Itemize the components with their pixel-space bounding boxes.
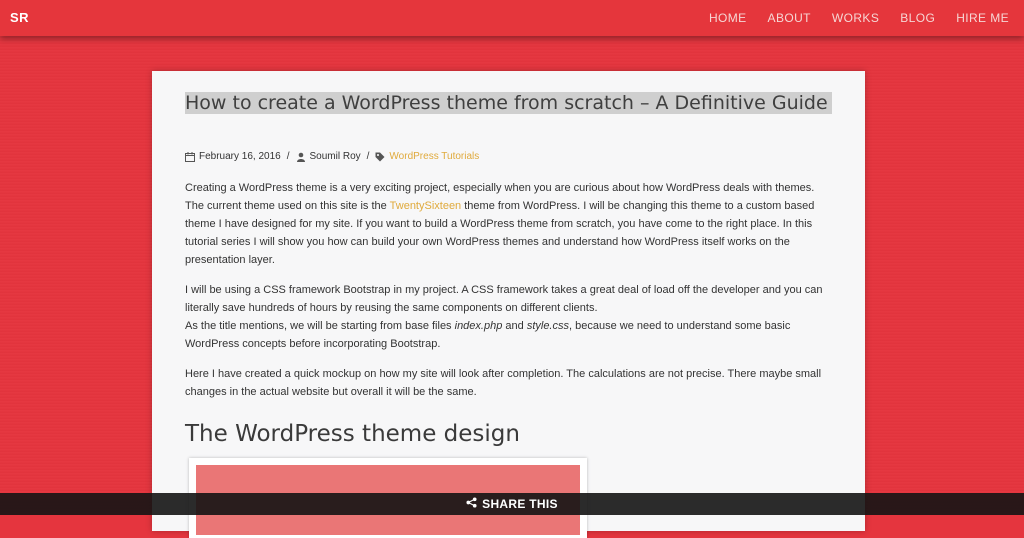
main-nav: HOME ABOUT WORKS BLOG HIRE ME [709,11,1009,25]
top-navbar: SR HOME ABOUT WORKS BLOG HIRE ME [0,0,1024,36]
paragraph-2-line-1: I will be using a CSS framework Bootstra… [185,284,823,314]
meta-separator: / [367,151,370,162]
post-category-link[interactable]: WordPress Tutorials [389,151,479,162]
twentysixteen-link[interactable]: TwentySixteen [390,200,462,212]
nav-blog[interactable]: BLOG [900,11,935,25]
paragraph-1: Creating a WordPress theme is a very exc… [185,179,835,269]
post-date: February 16, 2016 [199,151,281,162]
index-php-filename: index.php [455,320,503,332]
nav-home[interactable]: HOME [709,11,747,25]
post-title: How to create a WordPress theme from scr… [185,92,845,114]
tag-icon [375,152,385,162]
section-heading: The WordPress theme design [185,421,520,447]
post-author: Soumil Roy [310,151,361,162]
post-content: Creating a WordPress theme is a very exc… [185,179,835,413]
post-meta: February 16, 2016 / Soumil Roy / WordPre… [185,151,479,162]
share-icon [466,497,477,511]
post-title-text: How to create a WordPress theme from scr… [185,92,832,114]
nav-about[interactable]: ABOUT [768,11,811,25]
user-icon [296,152,306,162]
paragraph-2: I will be using a CSS framework Bootstra… [185,281,835,353]
nav-works[interactable]: WORKS [832,11,879,25]
share-label: SHARE THIS [482,497,558,511]
paragraph-3: Here I have created a quick mockup on ho… [185,365,835,401]
post-card: How to create a WordPress theme from scr… [152,71,865,531]
nav-hire-me[interactable]: HIRE ME [956,11,1009,25]
calendar-icon [185,152,195,162]
style-css-filename: style.css [527,320,569,332]
paragraph-2-line-2a: As the title mentions, we will be starti… [185,320,455,332]
meta-separator: / [287,151,290,162]
paragraph-2-and: and [502,320,526,332]
share-bar[interactable]: SHARE THIS [0,493,1024,515]
brand-logo[interactable]: SR [10,10,29,25]
